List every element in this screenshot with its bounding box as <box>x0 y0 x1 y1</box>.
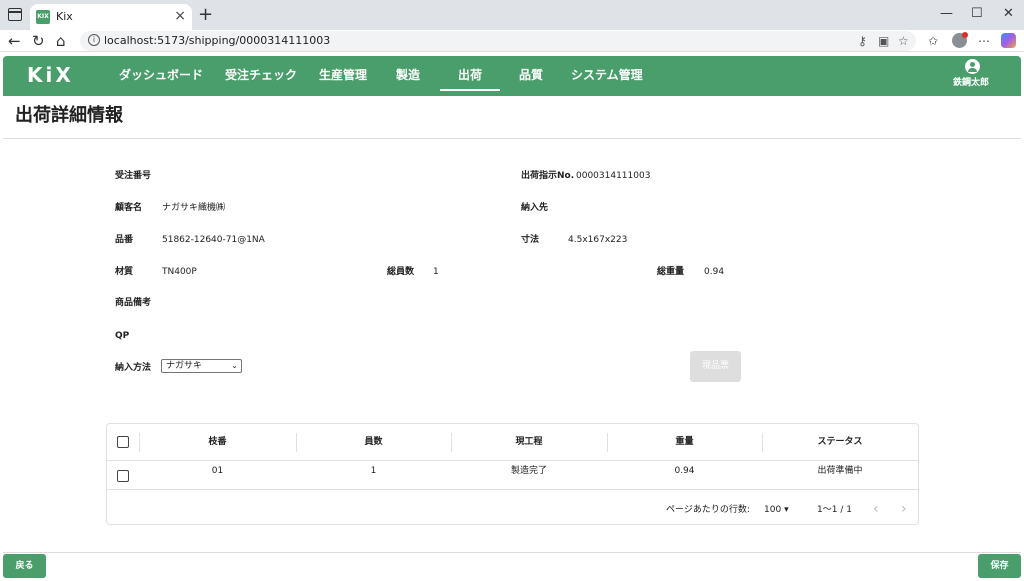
nav-item-quality[interactable]: 品質 <box>519 67 543 83</box>
divider <box>3 552 1021 553</box>
maximize-icon[interactable]: ☐ <box>971 6 983 22</box>
header-current-process[interactable]: 現工程 <box>451 436 607 448</box>
rows-per-page-value: 100 <box>764 505 782 515</box>
rows-per-page-select[interactable]: 100 ▾ <box>764 504 789 516</box>
new-tab-icon[interactable]: + <box>198 5 213 25</box>
caret-down-icon: ▾ <box>784 505 789 515</box>
material-value: TN400P <box>162 267 197 277</box>
user-name[interactable]: 鉄鋼太郎 <box>953 77 989 89</box>
nav-item-order-check[interactable]: 受注チェック <box>225 67 297 83</box>
favorites-icon[interactable]: ✩ <box>928 33 938 49</box>
total-count-value: 1 <box>433 267 439 277</box>
delivery-method-label: 納入方法 <box>115 363 152 373</box>
header-weight[interactable]: 重量 <box>607 436 762 448</box>
star-icon[interactable]: ☆ <box>898 33 909 49</box>
qp-label: QP <box>115 331 130 341</box>
table-header-row: 枝番 員数 現工程 重量 ステータス <box>107 424 918 461</box>
user-avatar-icon[interactable] <box>965 59 980 74</box>
nav-item-production[interactable]: 生産管理 <box>319 67 367 83</box>
shipment-table: 枝番 員数 現工程 重量 ステータス 01 1 製造完了 0.94 出荷準備中 … <box>106 423 919 525</box>
delivery-method-select[interactable]: ナガサキ ⌄ <box>161 359 242 373</box>
nav-item-dashboard[interactable]: ダッシュボード <box>119 67 203 83</box>
reader-icon[interactable]: ▣ <box>878 33 889 49</box>
select-all-checkbox[interactable] <box>117 436 129 448</box>
pagination-range: 1〜1 / 1 <box>817 505 852 515</box>
more-icon[interactable]: ⋯ <box>978 33 990 49</box>
header-branch-number[interactable]: 枝番 <box>139 436 296 448</box>
key-icon[interactable]: ⚷ <box>858 33 867 49</box>
part-number-label: 品番 <box>115 235 134 245</box>
back-icon[interactable]: ← <box>8 31 21 51</box>
minimize-icon[interactable]: — <box>940 6 953 22</box>
table-row[interactable]: 01 1 製造完了 0.94 出荷準備中 <box>107 461 918 490</box>
save-button[interactable]: 保存 <box>978 554 1021 578</box>
shipping-instruction-label: 出荷指示No. <box>521 171 575 181</box>
tab-title: Kix <box>56 10 73 23</box>
nav-item-shipping[interactable]: 出荷 <box>439 67 501 91</box>
url-text[interactable]: localhost:5173/shipping/0000314111003 <box>104 34 330 47</box>
cell-weight: 0.94 <box>674 466 695 476</box>
close-icon[interactable]: × <box>174 8 186 24</box>
cell-count: 1 <box>370 466 377 476</box>
copilot-icon[interactable] <box>1001 33 1016 48</box>
browser-tab[interactable]: KIX Kix × <box>30 4 192 30</box>
home-icon[interactable]: ⌂ <box>56 31 66 51</box>
shipping-instruction-value: 0000314111003 <box>576 171 651 181</box>
address-bar: ← ↻ ⌂ i localhost:5173/shipping/00003141… <box>0 30 1024 52</box>
total-weight-value: 0.94 <box>704 267 725 277</box>
sidebar-toggle-icon[interactable] <box>8 8 22 21</box>
nav-item-manufacturing[interactable]: 製造 <box>396 67 420 83</box>
rows-per-page-label: ページあたりの行数: <box>666 505 750 515</box>
chevron-down-icon: ⌄ <box>231 361 238 370</box>
prev-page-icon[interactable]: ‹ <box>873 500 879 518</box>
product-note-label: 商品備考 <box>115 298 152 308</box>
page-title: 出荷詳細情報 <box>15 105 123 126</box>
dimension-label: 寸法 <box>521 235 540 245</box>
nav-item-system[interactable]: システム管理 <box>571 67 643 83</box>
reload-icon[interactable]: ↻ <box>32 31 45 51</box>
next-page-icon[interactable]: › <box>901 500 907 518</box>
app-header: KiX ダッシュボード 受注チェック 生産管理 製造 出荷 品質 システム管理 … <box>3 56 1021 96</box>
favicon-icon: KIX <box>36 10 50 24</box>
app-logo[interactable]: KiX <box>27 63 74 87</box>
cell-branch-number: 01 <box>211 466 224 476</box>
back-button[interactable]: 戻る <box>3 554 46 578</box>
total-weight-label: 総重量 <box>657 267 685 277</box>
order-number-label: 受注番号 <box>115 171 152 181</box>
customer-value: ナガサキ織機㈱ <box>162 203 226 213</box>
site-info-icon[interactable]: i <box>88 34 100 46</box>
delivery-method-value: ナガサキ <box>166 361 203 371</box>
dimension-value: 4.5x167x223 <box>568 235 628 245</box>
cell-current-process: 製造完了 <box>510 466 547 476</box>
row-checkbox[interactable] <box>117 470 129 482</box>
header-count[interactable]: 員数 <box>296 436 451 448</box>
print-label-button[interactable]: 現品票 <box>690 351 741 382</box>
notification-dot <box>962 32 968 38</box>
divider <box>3 138 1021 139</box>
header-status[interactable]: ステータス <box>762 436 918 448</box>
total-count-label: 総員数 <box>387 267 415 277</box>
url-field[interactable]: i localhost:5173/shipping/0000314111003 … <box>80 31 916 51</box>
delivery-destination-label: 納入先 <box>521 203 549 213</box>
browser-tab-bar: KIX Kix × + — ☐ ✕ <box>0 0 1024 30</box>
cell-status: 出荷準備中 <box>817 466 863 476</box>
customer-label: 顧客名 <box>115 203 143 213</box>
window-close-icon[interactable]: ✕ <box>1003 6 1014 22</box>
material-label: 材質 <box>115 267 134 277</box>
part-number-value: 51862-12640-71@1NA <box>162 235 265 245</box>
